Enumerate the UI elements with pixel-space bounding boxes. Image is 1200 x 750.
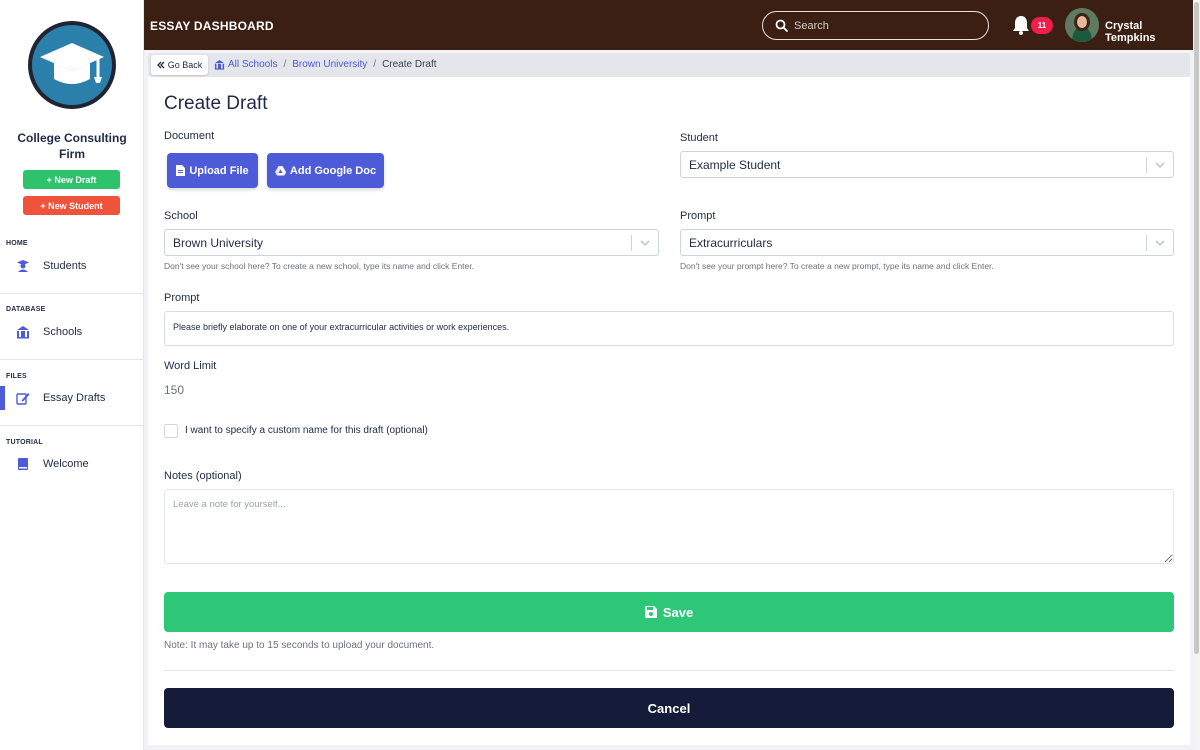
chevron-down-icon xyxy=(640,240,650,246)
word-limit-label: Word Limit xyxy=(164,360,217,372)
sidebar-item-label: Students xyxy=(43,260,87,272)
breadcrumb-separator: / xyxy=(373,59,377,70)
breadcrumb: Go Back All Schools / Brown University /… xyxy=(148,53,1190,77)
double-chevron-left-icon xyxy=(156,61,165,69)
sidebar-item-label: Welcome xyxy=(43,458,89,470)
notes-label: Notes (optional) xyxy=(164,470,242,482)
cancel-label: Cancel xyxy=(647,700,691,716)
sidebar-item-schools[interactable]: Schools xyxy=(0,320,144,344)
breadcrumb-trail: All Schools / Brown University / Create … xyxy=(214,59,437,70)
upload-file-label: Upload File xyxy=(189,164,249,177)
student-select-value: Example Student xyxy=(689,158,781,172)
search-input[interactable] xyxy=(794,17,974,34)
prompt-select[interactable]: Extracurriculars xyxy=(680,229,1174,256)
custom-name-label[interactable]: I want to specify a custom name for this… xyxy=(185,425,428,436)
document-label: Document xyxy=(164,130,215,142)
breadcrumb-current: Create Draft xyxy=(382,59,437,70)
breadcrumb-separator: / xyxy=(283,59,287,70)
sidebar-item-label: Essay Drafts xyxy=(43,392,106,404)
org-name: College Consulting Firm xyxy=(17,131,127,161)
sidebar: College Consulting Firm + New Draft + Ne… xyxy=(0,0,144,750)
search-icon xyxy=(775,19,788,32)
sidebar-section-database: DATABASE xyxy=(6,306,46,313)
cancel-button[interactable]: Cancel xyxy=(164,688,1174,728)
school-icon xyxy=(17,326,29,339)
book-icon xyxy=(18,458,28,470)
create-draft-form: Create Draft Document Upload File Add Go… xyxy=(148,77,1190,745)
select-separator xyxy=(1146,157,1147,173)
add-google-doc-button[interactable]: Add Google Doc xyxy=(267,153,384,188)
school-select[interactable]: Brown University xyxy=(164,229,659,256)
sidebar-item-welcome[interactable]: Welcome xyxy=(0,452,144,476)
graduation-cap-icon xyxy=(40,43,104,84)
app-title: ESSAY DASHBOARD xyxy=(150,19,274,33)
sidebar-section-home: HOME xyxy=(6,240,28,247)
breadcrumb-label: All Schools xyxy=(228,59,278,70)
edit-icon xyxy=(16,393,30,405)
divider xyxy=(164,670,1174,671)
student-label: Student xyxy=(680,132,718,144)
new-draft-label: + New Draft xyxy=(46,174,97,185)
user-avatar-icon xyxy=(1065,8,1099,42)
school-hint: Don't see your school here? To create a … xyxy=(164,261,474,271)
firm-logo xyxy=(28,21,116,109)
sidebar-item-essay-drafts[interactable]: Essay Drafts xyxy=(0,386,144,410)
chevron-down-icon xyxy=(1155,240,1165,246)
select-separator xyxy=(1146,235,1147,251)
new-student-button[interactable]: + New Student xyxy=(23,196,120,215)
new-draft-button[interactable]: + New Draft xyxy=(23,170,120,189)
breadcrumb-brown-university[interactable]: Brown University xyxy=(292,59,367,70)
upload-note: Note: It may take up to 15 seconds to up… xyxy=(164,640,435,651)
prompt-select-label: Prompt xyxy=(680,210,716,222)
file-icon xyxy=(176,165,186,176)
prompt-label: Prompt xyxy=(164,292,200,304)
save-label: Save xyxy=(662,604,694,620)
student-select[interactable]: Example Student xyxy=(680,151,1174,178)
word-limit-value: 150 xyxy=(164,383,185,397)
sidebar-divider xyxy=(0,359,144,360)
school-label: School xyxy=(164,210,198,222)
bell-icon[interactable] xyxy=(1010,14,1032,36)
chevron-down-icon xyxy=(1155,162,1165,168)
upload-file-button[interactable]: Upload File xyxy=(167,153,258,188)
save-button[interactable]: Save xyxy=(164,592,1174,632)
school-icon xyxy=(214,59,225,70)
prompt-text-box[interactable]: Please briefly elaborate on one of your … xyxy=(164,311,1174,346)
notes-textarea[interactable] xyxy=(164,489,1174,564)
go-back-button[interactable]: Go Back xyxy=(151,55,208,75)
prompt-text: Please briefly elaborate on one of your … xyxy=(173,322,510,332)
page-title: Create Draft xyxy=(164,93,268,114)
prompt-select-value: Extracurriculars xyxy=(689,236,773,250)
top-bar: ESSAY DASHBOARD 11 Crystal Tempkins xyxy=(144,0,1193,50)
student-icon xyxy=(17,260,29,272)
floppy-disk-icon xyxy=(644,606,657,618)
user-name[interactable]: Crystal Tempkins xyxy=(1105,20,1193,44)
sidebar-item-students[interactable]: Students xyxy=(0,254,144,278)
google-drive-icon xyxy=(274,165,286,175)
search-box[interactable] xyxy=(762,11,989,40)
scrollbar-thumb[interactable] xyxy=(1194,2,1199,654)
school-select-value: Brown University xyxy=(173,236,264,250)
custom-name-checkbox[interactable] xyxy=(164,424,178,438)
go-back-label: Go Back xyxy=(167,60,203,70)
sidebar-divider xyxy=(0,293,144,294)
sidebar-item-label: Schools xyxy=(43,326,83,338)
breadcrumb-all-schools[interactable]: All Schools xyxy=(214,59,277,70)
sidebar-section-tutorial: TUTORIAL xyxy=(6,439,43,446)
sidebar-divider xyxy=(0,425,144,426)
sidebar-section-files: FILES xyxy=(6,373,27,380)
new-student-label: + New Student xyxy=(40,200,103,211)
prompt-hint: Don't see your prompt here? To create a … xyxy=(680,261,994,271)
avatar[interactable] xyxy=(1065,8,1099,42)
add-google-doc-label: Add Google Doc xyxy=(289,164,377,177)
notification-badge: 11 xyxy=(1031,17,1053,34)
select-separator xyxy=(631,235,632,251)
